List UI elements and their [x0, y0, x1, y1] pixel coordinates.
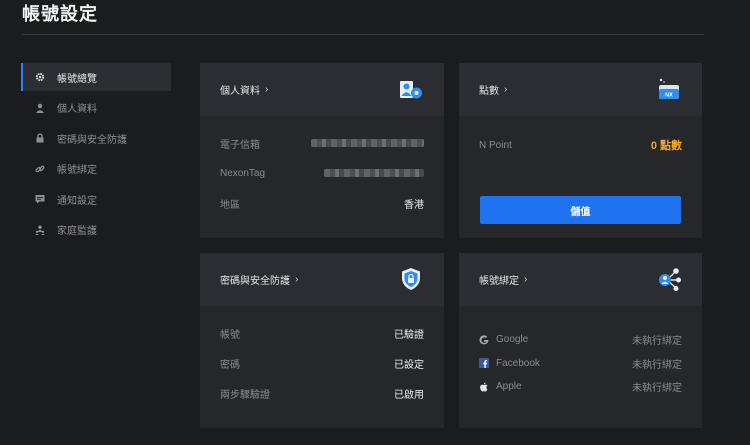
binding-row-google[interactable]: Google 未執行綁定 — [459, 328, 702, 352]
profile-settings-icon — [398, 76, 424, 102]
points-card-header[interactable]: 點數 › NX — [459, 63, 702, 116]
binding-row-status: 未執行綁定 — [632, 359, 682, 371]
title-divider — [22, 34, 704, 35]
profile-row-label: 地區 — [220, 199, 240, 211]
profile-row-nexontag: NexonTag — [200, 158, 444, 188]
sidebar-item-label: 家庭監護 — [57, 226, 97, 237]
points-card: 點數 › NX N Point 0 點數 儲值 — [459, 63, 702, 238]
sidebar-item-label: 密碼與安全防護 — [57, 134, 127, 146]
top-up-button[interactable]: 儲值 — [480, 196, 681, 224]
profile-card-header[interactable]: 個人資料 › — [200, 63, 444, 116]
binding-row-label: Facebook — [496, 357, 540, 369]
sidebar-item-family[interactable]: 家庭監護 — [21, 216, 171, 244]
security-row-password: 密碼 已設定 — [200, 348, 444, 378]
sidebar-item-label: 通知設定 — [57, 195, 97, 207]
shield-lock-icon — [398, 266, 424, 292]
sidebar-item-profile[interactable]: 個人資料 — [21, 94, 171, 122]
security-row-label: 兩步驟驗證 — [220, 389, 270, 401]
binding-row-status: 未執行綁定 — [632, 383, 682, 395]
binding-row-facebook[interactable]: Facebook 未執行綁定 — [459, 352, 702, 376]
svg-text:NX: NX — [665, 93, 673, 99]
security-row-value: 已啟用 — [394, 389, 424, 401]
profile-row-value: 香港 — [404, 199, 424, 211]
family-icon — [35, 225, 45, 235]
user-icon — [35, 103, 45, 113]
points-row: N Point 0 點數 — [459, 130, 702, 160]
chevron-right-icon: › — [295, 274, 299, 285]
sidebar-item-binding[interactable]: 帳號綁定 — [21, 155, 171, 183]
lock-icon — [35, 133, 45, 143]
sidebar-item-notifications[interactable]: 通知設定 — [21, 185, 171, 213]
security-row-value: 已設定 — [394, 359, 424, 371]
binding-card-title: 帳號綁定 — [479, 276, 519, 287]
profile-card-title: 個人資料 — [220, 86, 260, 97]
profile-row-label: NexonTag — [220, 167, 266, 179]
gear-icon — [35, 72, 45, 82]
profile-row-label: 電子信箱 — [220, 139, 260, 151]
account-link-icon — [656, 266, 682, 292]
sidebar-item-label: 帳號綁定 — [57, 165, 97, 176]
binding-row-label: Apple — [496, 381, 522, 393]
security-row-label: 密碼 — [220, 359, 240, 371]
binding-row-apple[interactable]: Apple 未執行綁定 — [459, 375, 702, 399]
security-card-title: 密碼與安全防護 — [220, 276, 290, 287]
nx-points-icon: NX — [656, 76, 682, 102]
binding-card-header[interactable]: 帳號綁定 › — [459, 253, 702, 306]
binding-row-status: 未執行綁定 — [632, 336, 682, 348]
security-card: 密碼與安全防護 › 帳號 已驗證 密碼 已設定 兩步驟驗證 已啟用 — [200, 253, 444, 428]
security-row-label: 帳號 — [220, 329, 240, 341]
binding-row-label: Google — [496, 334, 529, 346]
google-icon — [479, 335, 489, 345]
page-title: 帳號設定 — [22, 4, 98, 24]
binding-card: 帳號綁定 › Google 未執行綁定 Facebook 未執行綁定 Apple… — [459, 253, 702, 428]
points-label: N Point — [479, 139, 512, 151]
security-row-2fa: 兩步驟驗證 已啟用 — [200, 378, 444, 408]
points-card-title: 點數 — [479, 86, 499, 97]
link-icon — [35, 164, 45, 174]
sidebar-item-security[interactable]: 密碼與安全防護 — [21, 124, 171, 152]
security-card-header[interactable]: 密碼與安全防護 › — [200, 253, 444, 306]
profile-row-email: 電子信箱 — [200, 128, 444, 158]
points-value: 0 點數 — [650, 140, 682, 152]
facebook-icon — [479, 358, 489, 369]
profile-row-region: 地區 香港 — [200, 188, 444, 218]
message-icon — [35, 194, 45, 204]
sidebar: 帳號總覽 個人資料 密碼與安全防護 帳號綁定 通知設定 家庭監護 — [21, 63, 171, 246]
apple-icon — [479, 382, 489, 392]
security-row-account: 帳號 已驗證 — [200, 318, 444, 348]
sidebar-item-label: 個人資料 — [57, 104, 97, 115]
sidebar-item-label: 帳號總覽 — [57, 73, 97, 85]
security-row-value: 已驗證 — [394, 329, 424, 341]
nexontag-value-redacted — [324, 169, 424, 177]
chevron-right-icon: › — [265, 84, 269, 95]
sidebar-item-overview[interactable]: 帳號總覽 — [21, 63, 171, 91]
chevron-right-icon: › — [524, 274, 528, 285]
profile-card: 個人資料 › 電子信箱 NexonTag 地區 香港 — [200, 63, 444, 238]
email-value-redacted — [311, 139, 424, 147]
chevron-right-icon: › — [504, 84, 508, 95]
